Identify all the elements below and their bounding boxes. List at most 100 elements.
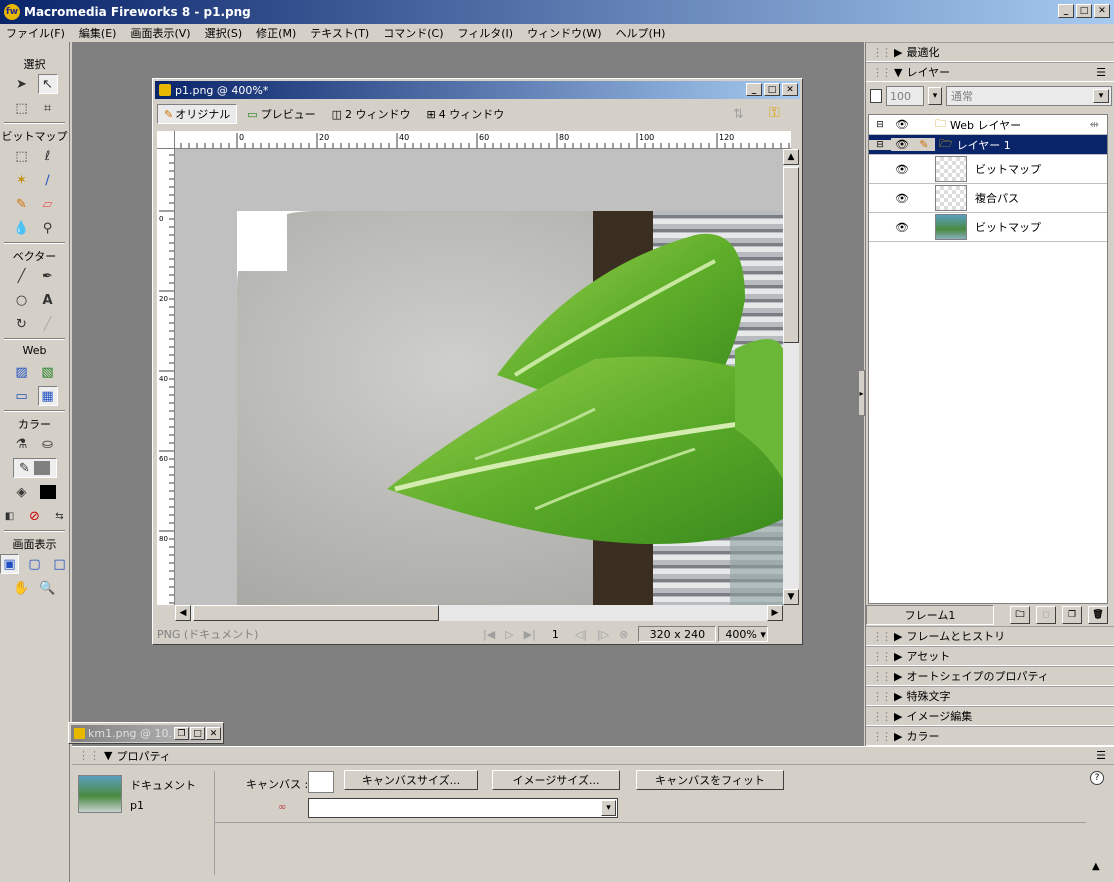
- menu-file[interactable]: ファイル(F): [6, 25, 65, 41]
- blur-tool-icon[interactable]: 💧: [12, 218, 32, 238]
- document-title-bar[interactable]: p1.png @ 400%* _ □ ✕: [155, 81, 800, 99]
- quick-export-icon[interactable]: ⚿: [769, 105, 780, 121]
- minimize-button[interactable]: _: [1058, 4, 1074, 18]
- panel-menu-icon[interactable]: ☰: [1096, 66, 1106, 79]
- share-layer-icon[interactable]: ⇹: [1090, 118, 1099, 131]
- eye-icon[interactable]: 👁: [891, 118, 913, 131]
- brush-tool-icon[interactable]: ∕: [38, 170, 58, 190]
- vertical-scrollbar[interactable]: ▲ ▼: [783, 149, 799, 605]
- text-tool-icon[interactable]: A: [38, 290, 58, 310]
- tab-2up[interactable]: ◫ 2 ウィンドウ: [326, 104, 417, 124]
- canvas-color-swatch[interactable]: [308, 771, 334, 793]
- fill-color-swatch[interactable]: [38, 482, 58, 502]
- panel-frames-history[interactable]: ⋮⋮ ▶ フレームとヒストリ: [866, 626, 1114, 646]
- scroll-up-button[interactable]: ▲: [783, 149, 799, 165]
- scroll-right-button[interactable]: ▶: [767, 605, 783, 621]
- panel-autoshape-properties[interactable]: ⋮⋮ ▶ オートシェイプのプロパティ: [866, 666, 1114, 686]
- stop-icon[interactable]: ⊗: [619, 628, 628, 641]
- new-sublayer-icon[interactable]: 🗀: [1010, 606, 1030, 624]
- first-frame-icon[interactable]: |◀: [483, 628, 495, 641]
- layer-row-1[interactable]: ⊟ 👁 ✎ 🗁 レイヤー 1: [869, 135, 1107, 155]
- edit-pencil-icon[interactable]: ✎: [913, 138, 935, 151]
- menu-edit[interactable]: 編集(E): [79, 25, 117, 41]
- no-stroke-icon[interactable]: ⊘: [25, 506, 44, 526]
- menu-commands[interactable]: コマンド(C): [383, 25, 443, 41]
- restore-button[interactable]: ❐: [174, 727, 189, 740]
- scroll-down-button[interactable]: ▼: [783, 589, 799, 605]
- crop-tool-icon[interactable]: ⌗: [38, 98, 58, 118]
- canvas-size-button[interactable]: キャンバスサイズ...: [344, 770, 478, 790]
- maximize-button[interactable]: □: [1076, 4, 1092, 18]
- scale-tool-icon[interactable]: ⬚: [12, 98, 32, 118]
- minimized-document-window[interactable]: km1.png @ 10... ❐ □ ✕: [68, 722, 224, 744]
- delete-layer-icon[interactable]: 🗑: [1088, 606, 1108, 624]
- slice-tool-icon[interactable]: ▧: [38, 362, 58, 382]
- magic-wand-tool-icon[interactable]: ✶: [12, 170, 32, 190]
- panel-collapse-handle[interactable]: ▸: [858, 370, 865, 416]
- zoom-tool-icon[interactable]: 🔍: [38, 578, 58, 598]
- menu-help[interactable]: ヘルプ(H): [616, 25, 666, 41]
- ellipse-tool-icon[interactable]: ○: [12, 290, 32, 310]
- prev-frame-icon[interactable]: ◁|: [575, 628, 587, 641]
- eyedropper-tool-icon[interactable]: ⚗: [12, 434, 32, 454]
- panel-special-characters[interactable]: ⋮⋮ ▶ 特殊文字: [866, 686, 1114, 706]
- rubber-stamp-tool-icon[interactable]: ⚲: [38, 218, 58, 238]
- opacity-field[interactable]: 100: [886, 86, 924, 106]
- close-button[interactable]: ✕: [206, 727, 221, 740]
- frame-label[interactable]: フレーム1: [866, 605, 994, 625]
- vertical-scroll-thumb[interactable]: [783, 167, 799, 343]
- pencil-tool-icon[interactable]: ✎: [12, 194, 32, 214]
- zoom-select[interactable]: 400% ▾: [718, 626, 769, 642]
- collapse-props-icon[interactable]: ▲: [1092, 861, 1100, 872]
- stroke-color-swatch[interactable]: ✎: [12, 458, 57, 478]
- eraser-tool-icon[interactable]: ▱: [38, 194, 58, 214]
- paint-bucket-tool-icon[interactable]: ⛀: [38, 434, 58, 454]
- fill-icon[interactable]: ◈: [12, 482, 32, 502]
- lasso-tool-icon[interactable]: ℓ: [38, 146, 58, 166]
- new-layer-icon[interactable]: ❐: [1062, 606, 1082, 624]
- collapse-icon[interactable]: ⊟: [869, 120, 891, 130]
- blend-mode-select[interactable]: 通常 ▾: [946, 86, 1112, 106]
- object-row[interactable]: 👁 ビットマップ: [869, 213, 1107, 242]
- add-mask-icon[interactable]: ◻: [1036, 606, 1056, 624]
- menu-modify[interactable]: 修正(M): [256, 25, 296, 41]
- horizontal-scrollbar[interactable]: ◀ ▶: [175, 605, 783, 621]
- hide-slices-icon[interactable]: ▭: [12, 386, 32, 406]
- horizontal-scroll-thumb[interactable]: [193, 605, 439, 621]
- fit-canvas-button[interactable]: キャンバスをフィット: [636, 770, 784, 790]
- standard-screen-mode-icon[interactable]: ▣: [0, 554, 20, 574]
- ruler-origin[interactable]: [157, 131, 175, 149]
- marquee-tool-icon[interactable]: ⬚: [12, 146, 32, 166]
- line-tool-icon[interactable]: ╱: [12, 266, 32, 286]
- play-icon[interactable]: ▷: [505, 628, 513, 641]
- menu-window[interactable]: ウィンドウ(W): [527, 25, 601, 41]
- panel-assets[interactable]: ⋮⋮ ▶ アセット: [866, 646, 1114, 666]
- close-button[interactable]: ✕: [1094, 4, 1110, 18]
- panel-menu-icon[interactable]: ☰: [1096, 749, 1106, 762]
- doc-close-button[interactable]: ✕: [782, 83, 798, 96]
- doc-minimize-button[interactable]: _: [746, 83, 762, 96]
- fullscreen-mode-icon[interactable]: □: [50, 554, 69, 574]
- hotspot-tool-icon[interactable]: ▨: [12, 362, 32, 382]
- maximize-button[interactable]: □: [190, 727, 205, 740]
- menu-filters[interactable]: フィルタ(I): [457, 25, 513, 41]
- scroll-left-button[interactable]: ◀: [175, 605, 191, 621]
- fullscreen-menu-mode-icon[interactable]: ▢: [25, 554, 44, 574]
- tab-original[interactable]: ✎ オリジナル: [157, 104, 238, 124]
- export-icon[interactable]: ⇅: [733, 107, 744, 122]
- default-colors-icon[interactable]: ◧: [0, 506, 19, 526]
- subselect-tool-icon[interactable]: ↖: [37, 74, 58, 94]
- eye-icon[interactable]: 👁: [891, 163, 913, 176]
- image-size-button[interactable]: イメージサイズ...: [492, 770, 620, 790]
- menu-text[interactable]: テキスト(T): [310, 25, 369, 41]
- properties-header[interactable]: ⋮⋮ ▼ プロパティ ☰: [72, 747, 1114, 765]
- freeform-tool-icon[interactable]: ↻: [12, 314, 32, 334]
- pen-tool-icon[interactable]: ✒: [38, 266, 58, 286]
- show-slices-icon[interactable]: ▦: [37, 386, 58, 406]
- hand-tool-icon[interactable]: ✋: [12, 578, 32, 598]
- menu-view[interactable]: 画面表示(V): [130, 25, 190, 41]
- pointer-tool-icon[interactable]: ➤: [12, 74, 32, 94]
- last-frame-icon[interactable]: ▶|: [524, 628, 536, 641]
- object-row[interactable]: 👁 複合パス: [869, 184, 1107, 213]
- collapse-icon[interactable]: ⊟: [869, 139, 891, 150]
